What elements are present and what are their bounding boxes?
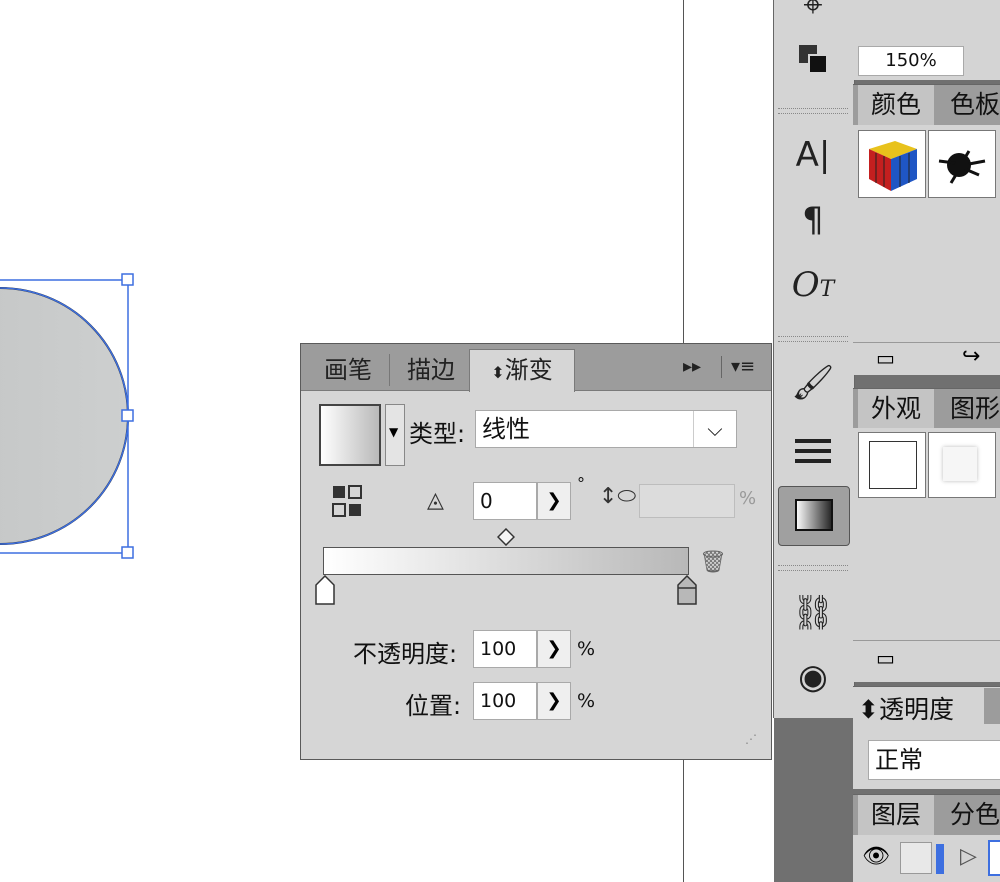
tab-brushes[interactable]: 画笔 (309, 350, 387, 390)
symbols-icon[interactable]: ◉ (778, 652, 848, 702)
gradient-stop-right[interactable] (677, 574, 697, 609)
angle-icon: ◬ (427, 488, 444, 513)
tab-gradient[interactable]: ⬍渐变 (469, 349, 575, 392)
zoom-field[interactable]: 150% (858, 46, 964, 76)
gradient-type-value: 线性 (482, 415, 530, 443)
degree-symbol: ° (577, 474, 585, 493)
tab-stroke[interactable]: 描边 (393, 350, 469, 390)
gradient-swatch-dropdown[interactable]: ▼ (385, 404, 405, 466)
gradient-slider-bar[interactable] (323, 547, 689, 575)
tab-gradient-arrows-icon: ⬍ (491, 363, 505, 382)
character-icon[interactable]: A| (778, 130, 848, 180)
handle-bottom-right[interactable] (121, 546, 134, 559)
links-icon[interactable]: ⛓ (778, 588, 848, 638)
chevron-down-icon: ▼ (389, 425, 399, 439)
tab-gradient-label: 渐变 (504, 356, 553, 384)
opacity-stepper-button[interactable]: ❯ (537, 630, 571, 668)
swatches-footer-divider (853, 342, 1000, 343)
brushes-icon[interactable]: 🖌 (778, 358, 848, 408)
rubiks-cube-thumbnail[interactable] (858, 130, 926, 198)
expand-layer-triangle-icon[interactable]: ▷ (960, 844, 977, 869)
tab-layers[interactable]: 图层 (858, 795, 934, 835)
blend-mode-dropdown[interactable]: 正常 (868, 740, 1000, 780)
gradient-icon[interactable] (778, 486, 850, 546)
angle-field[interactable]: 0 (473, 482, 537, 520)
reverse-gradient-icon[interactable] (331, 484, 367, 522)
style-thumbnail-2[interactable] (928, 432, 996, 498)
stroke-icon[interactable] (778, 426, 848, 476)
aspect-ratio-field[interactable] (639, 484, 735, 518)
panel-group-divider (778, 336, 848, 342)
collapse-arrows-icon[interactable]: ▸▸ (683, 356, 701, 377)
layer-thumbnail (988, 840, 1000, 876)
angle-stepper-button[interactable]: ❯ (537, 482, 571, 520)
opacity-label: 不透明度: (353, 640, 458, 668)
tab-separator (389, 354, 390, 386)
type-label: 类型: (409, 420, 466, 448)
chevron-down-icon: ⌵ (693, 411, 736, 447)
transparency-panel-title[interactable]: ⬍透明度 (858, 690, 954, 726)
resize-grip-icon[interactable]: ⋰ (745, 732, 757, 746)
tab-swatches[interactable]: 色板 (940, 85, 1000, 125)
handle-top-right[interactable] (121, 273, 134, 286)
gradient-stop-left[interactable] (315, 574, 335, 609)
location-field[interactable]: 100 (473, 682, 537, 720)
panel-group-divider (778, 108, 848, 114)
panel-group-divider (778, 565, 848, 571)
paragraph-icon[interactable]: ¶ (778, 195, 848, 245)
gradient-swatch[interactable] (319, 404, 381, 466)
artboard-icon[interactable]: ⌖ (778, 0, 848, 30)
layer-color-indicator (936, 844, 944, 874)
graphic-styles-footer-divider (853, 640, 1000, 641)
swatch-libraries-icon[interactable]: ▭ (876, 346, 895, 370)
opacity-unit: % (577, 638, 596, 660)
handle-mid-right[interactable] (121, 409, 134, 422)
location-label: 位置: (405, 692, 462, 720)
default-style-thumbnail[interactable] (858, 432, 926, 498)
circle-shape[interactable] (0, 287, 129, 545)
place-swatch-icon[interactable]: ↪ (962, 344, 980, 369)
opentype-icon[interactable]: OT (778, 260, 848, 310)
aspect-ratio-icon: ↕⬭ (599, 484, 637, 509)
transparency-title-text: 透明度 (878, 695, 954, 724)
tabbar-divider (721, 356, 722, 378)
lock-toggle[interactable] (900, 842, 932, 874)
tab-graphic-styles[interactable]: 图形 (940, 389, 1000, 429)
location-unit: % (577, 690, 596, 712)
artboard-canvas[interactable] (0, 0, 300, 600)
transparency-tab-edge (984, 688, 1000, 724)
aspect-unit: % (739, 488, 757, 509)
graphic-style-libraries-icon[interactable]: ▭ (876, 646, 895, 670)
gradient-panel: 画笔 描边 ⬍渐变 ▸▸ ▾≡ ▼ 类型: 线性 ⌵ ◬ 0 ❯ ° ↕⬭ % … (300, 343, 772, 760)
ink-splatter-thumbnail[interactable] (928, 130, 996, 198)
location-stepper-button[interactable]: ❯ (537, 682, 571, 720)
visibility-eye-icon[interactable]: 👁 (862, 844, 890, 869)
opacity-field[interactable]: 100 (473, 630, 537, 668)
pathfinder-icon[interactable] (778, 34, 848, 84)
delete-stop-trash-icon[interactable]: 🗑 (699, 550, 727, 575)
tab-appearance[interactable]: 外观 (858, 389, 934, 429)
tab-separations[interactable]: 分色 (940, 795, 1000, 835)
tab-color[interactable]: 颜色 (858, 85, 934, 125)
gradient-type-dropdown[interactable]: 线性 ⌵ (475, 410, 737, 448)
panel-menu-icon[interactable]: ▾≡ (731, 356, 755, 377)
